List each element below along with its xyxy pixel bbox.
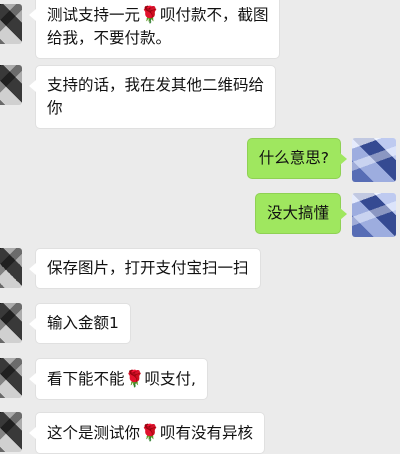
avatar[interactable] bbox=[0, 248, 22, 288]
avatar[interactable] bbox=[0, 65, 22, 105]
message-bubble[interactable]: 输入金额1 bbox=[29, 303, 131, 344]
avatar[interactable] bbox=[0, 303, 22, 343]
message-text: 支持的话，我在发其他二维码给 bbox=[47, 76, 265, 94]
rose-icon: 🌹 bbox=[124, 369, 145, 388]
message-text: 没大搞懂 bbox=[266, 204, 329, 222]
message-text: 这个是测试你 bbox=[47, 424, 141, 442]
avatar[interactable] bbox=[352, 138, 396, 182]
message-text: 测试支持一元 bbox=[47, 6, 141, 24]
message-text: 输入金额1 bbox=[47, 314, 119, 332]
message-text: 什么意思? bbox=[258, 149, 329, 167]
message-text: 呗付款不，截图 bbox=[159, 6, 269, 24]
message-text: 看下能不能 bbox=[47, 370, 125, 388]
avatar[interactable] bbox=[0, 412, 22, 452]
message-bubble[interactable]: 测试支持一元🌹呗付款不，截图 给我，不要付款。 bbox=[28, 0, 281, 59]
message-text: 呗支付, bbox=[144, 370, 196, 388]
message-text: 给我，不要付款。 bbox=[47, 29, 172, 47]
message-bubble[interactable]: 什么意思? bbox=[246, 138, 348, 179]
message-text: 呗有没有异核 bbox=[159, 424, 253, 442]
message-bubble[interactable]: 保存图片，打开支付宝扫一扫 bbox=[29, 248, 261, 289]
message-bubble[interactable]: 这个是测试你🌹呗有没有异核 bbox=[29, 412, 265, 454]
message-text: 你 bbox=[47, 99, 63, 117]
avatar[interactable] bbox=[352, 193, 396, 237]
avatar[interactable] bbox=[0, 4, 22, 44]
avatar[interactable] bbox=[0, 358, 22, 398]
message-text: 保存图片，打开支付宝扫一扫 bbox=[47, 259, 249, 277]
message-bubble[interactable]: 支持的话，我在发其他二维码给 你 bbox=[28, 65, 277, 129]
rose-icon: 🌹 bbox=[140, 5, 160, 24]
message-bubble[interactable]: 看下能不能🌹呗支付, bbox=[29, 358, 208, 400]
message-bubble[interactable]: 没大搞懂 bbox=[254, 193, 348, 234]
